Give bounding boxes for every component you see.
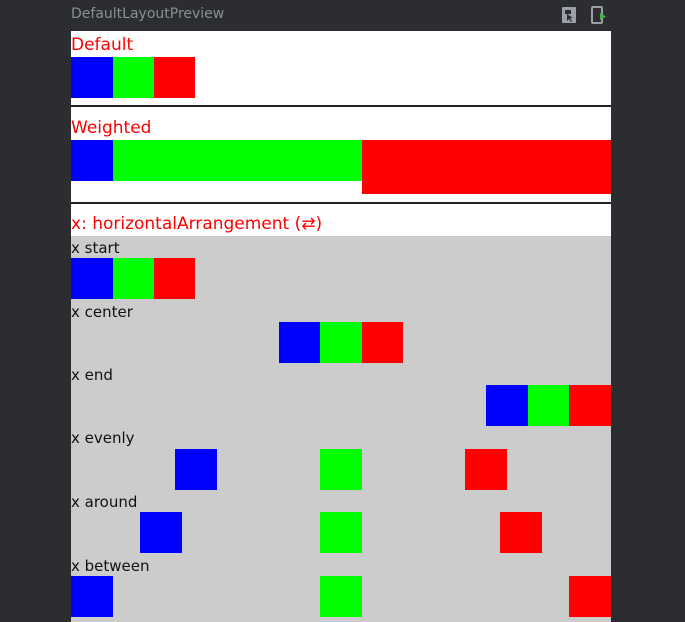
start-green-box	[113, 258, 154, 299]
section-divider	[71, 105, 611, 107]
default-blue-box	[71, 57, 113, 98]
center-red-box	[362, 322, 403, 363]
row-label-center: x center	[71, 303, 133, 321]
center-green-box	[320, 322, 362, 363]
row-label-start: x start	[71, 239, 120, 257]
interactive-mode-icon[interactable]	[561, 6, 577, 24]
default-green-box	[113, 57, 154, 98]
end-green-box	[528, 385, 569, 426]
start-red-box	[154, 258, 195, 299]
evenly-green-box	[320, 449, 362, 490]
around-blue-box	[140, 512, 182, 553]
weighted-section-title: Weighted	[71, 118, 152, 138]
horizontal-arrangement-title: x: horizontalArrangement (⇄)	[71, 214, 323, 234]
between-red-box	[569, 576, 611, 617]
default-section-title: Default	[71, 35, 134, 55]
weighted-red-box	[362, 140, 611, 194]
between-green-box	[320, 576, 362, 617]
row-label-end: x end	[71, 366, 113, 384]
row-label-between: x between	[71, 557, 150, 575]
center-blue-box	[279, 322, 320, 363]
row-label-around: x around	[71, 493, 138, 511]
evenly-blue-box	[175, 449, 217, 490]
around-red-box	[500, 512, 542, 553]
preview-toolbar: DefaultLayoutPreview	[0, 0, 685, 31]
deploy-preview-icon[interactable]	[590, 6, 606, 24]
weighted-green-box	[113, 140, 362, 181]
section-divider	[71, 202, 611, 204]
row-label-evenly: x evenly	[71, 429, 135, 447]
default-red-box	[154, 57, 195, 98]
preview-title: DefaultLayoutPreview	[71, 6, 225, 22]
end-red-box	[569, 385, 611, 426]
around-green-box	[320, 512, 362, 553]
preview-canvas: Default Weighted x: horizontalArrangemen…	[71, 31, 611, 622]
evenly-red-box	[465, 449, 507, 490]
between-blue-box	[71, 576, 113, 617]
start-blue-box	[71, 258, 113, 299]
weighted-blue-box	[71, 140, 113, 181]
end-blue-box	[486, 385, 528, 426]
